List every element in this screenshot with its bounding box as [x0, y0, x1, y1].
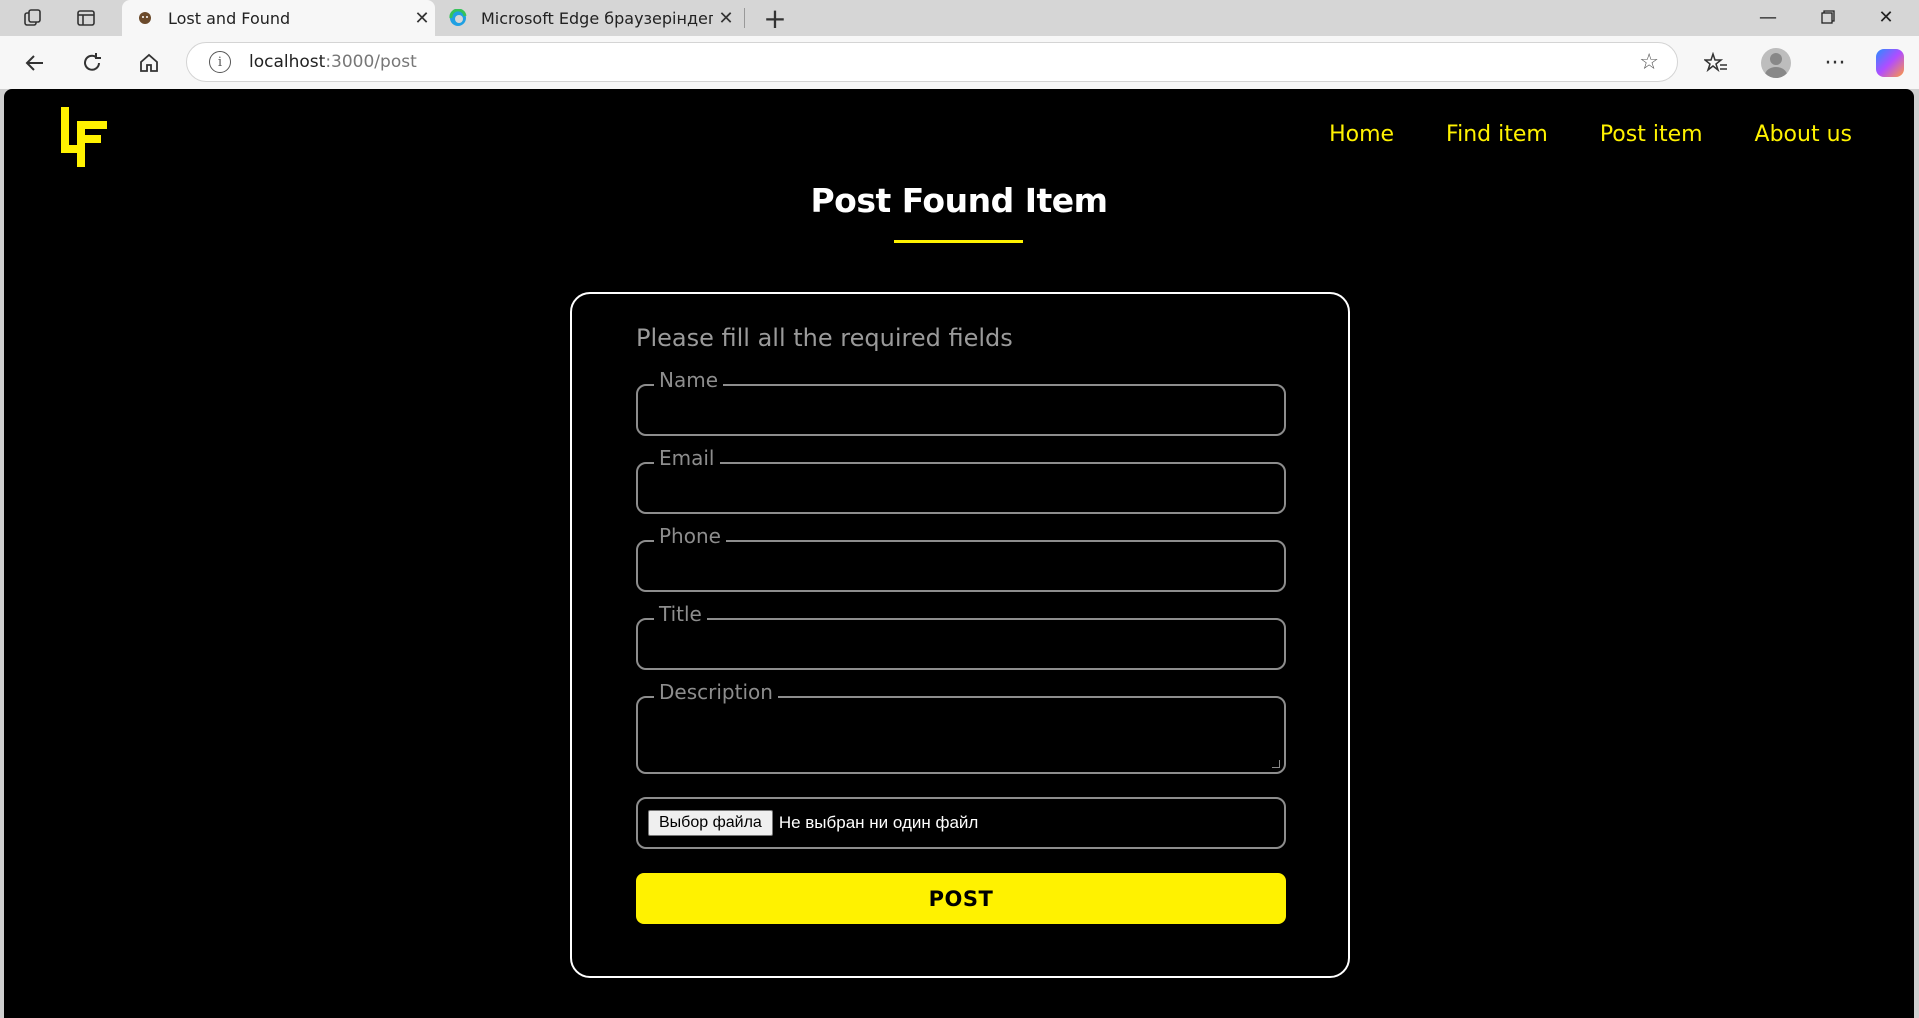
tab-bar: Lost and Found ✕ Microsoft Edge браузері…	[0, 0, 1919, 36]
tab-microsoft-edge[interactable]: Microsoft Edge браузеріндегі жа ✕	[435, 0, 739, 36]
main-nav: Home Find item Post item About us	[1329, 122, 1852, 147]
post-button[interactable]: POST	[636, 873, 1286, 924]
nav-about-us[interactable]: About us	[1755, 122, 1852, 147]
edge-favicon-icon	[449, 9, 467, 27]
tab-lost-and-found[interactable]: Lost and Found ✕	[122, 0, 435, 36]
name-label: Name	[654, 368, 724, 392]
file-status: Не выбран ни один файл	[778, 813, 979, 832]
back-arrow-icon[interactable]	[16, 44, 54, 82]
post-item-form: Please fill all the required fields Name…	[570, 292, 1350, 978]
description-field: Description	[636, 680, 1286, 774]
copilot-button[interactable]	[1871, 44, 1909, 82]
choose-file-button[interactable]: Выбор файла	[648, 810, 773, 836]
window-close-icon[interactable]: ✕	[1866, 2, 1906, 32]
copilot-icon	[1876, 49, 1904, 77]
close-icon[interactable]: ✕	[409, 8, 435, 29]
more-options-icon[interactable]: ···	[1816, 44, 1854, 82]
workspaces-icon[interactable]	[18, 4, 48, 32]
name-field: Name	[636, 368, 1286, 436]
profile-avatar[interactable]	[1757, 44, 1795, 82]
tab-separator	[744, 8, 745, 28]
file-field: Выбор файла Не выбран ни один файл	[636, 797, 1286, 849]
site-favicon-icon	[136, 9, 154, 27]
home-icon[interactable]	[130, 44, 168, 82]
email-label: Email	[654, 446, 720, 470]
title-input[interactable]	[638, 620, 1284, 668]
description-textarea[interactable]	[638, 698, 1284, 772]
restore-icon[interactable]	[1808, 2, 1848, 32]
title-field: Title	[636, 602, 1286, 670]
close-icon[interactable]: ✕	[713, 8, 739, 29]
tab-title: Lost and Found	[168, 8, 291, 28]
favorites-icon[interactable]	[1697, 44, 1735, 82]
tab-actions-icon[interactable]	[71, 4, 101, 32]
url-path: :3000/post	[325, 52, 417, 72]
minimize-icon[interactable]: —	[1748, 2, 1788, 32]
avatar-icon	[1761, 48, 1791, 78]
new-tab-icon[interactable]: +	[760, 2, 790, 35]
site-logo[interactable]	[59, 103, 109, 169]
phone-field: Phone	[636, 524, 1286, 592]
title-label: Title	[654, 602, 707, 626]
nav-post-item[interactable]: Post item	[1600, 122, 1703, 147]
favorite-star-icon[interactable]: ☆	[1639, 50, 1659, 75]
email-input[interactable]	[638, 464, 1284, 512]
page-title: Post Found Item	[810, 181, 1108, 220]
description-label: Description	[654, 680, 778, 704]
address-bar[interactable]: i localhost:3000/post ☆	[186, 42, 1678, 82]
name-input[interactable]	[638, 386, 1284, 434]
logo-lf-icon	[61, 107, 107, 167]
page-viewport: Home Find item Post item About us Post F…	[4, 89, 1914, 1018]
email-field: Email	[636, 446, 1286, 514]
site-info-icon[interactable]: i	[209, 51, 231, 73]
phone-label: Phone	[654, 524, 726, 548]
title-underline	[894, 240, 1023, 243]
nav-home[interactable]: Home	[1329, 122, 1394, 147]
browser-toolbar: i localhost:3000/post ☆ ···	[0, 36, 1919, 89]
url-host: localhost	[249, 52, 326, 72]
tab-title: Microsoft Edge браузеріндегі жа	[481, 8, 713, 28]
resize-handle-icon[interactable]	[1272, 760, 1280, 768]
nav-find-item[interactable]: Find item	[1446, 122, 1548, 147]
phone-input[interactable]	[638, 542, 1284, 590]
refresh-icon[interactable]	[73, 44, 111, 82]
form-hint: Please fill all the required fields	[636, 324, 1013, 352]
